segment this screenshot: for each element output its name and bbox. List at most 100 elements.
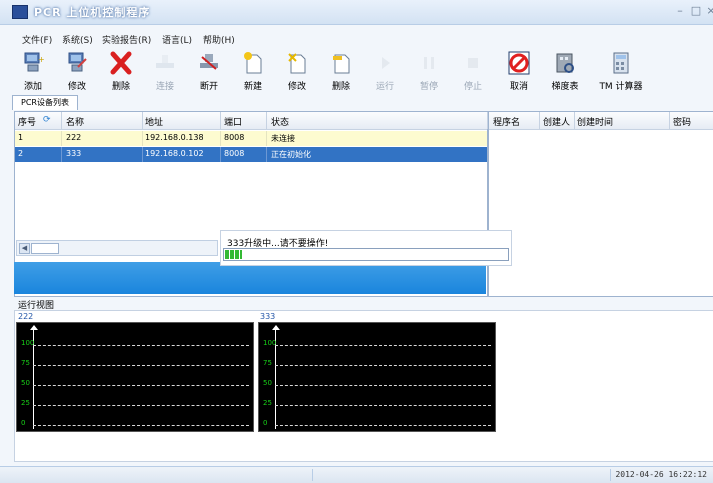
- gradient-table-button[interactable]: 梯度表: [542, 49, 588, 93]
- monitor-chart[interactable]: 100 75 50 25 0: [16, 322, 254, 432]
- scroll-thumb[interactable]: [31, 243, 59, 254]
- calculator-icon: [613, 52, 629, 74]
- stop-icon: [468, 58, 478, 68]
- status-datetime: 2012-04-26 16:22:12: [615, 470, 707, 479]
- delete-file-label: 删除: [331, 82, 350, 92]
- stop-button[interactable]: 停止: [450, 49, 496, 93]
- col-seq[interactable]: 序号: [18, 115, 36, 128]
- status-bar: 2012-04-26 16:22:12: [0, 466, 713, 483]
- connect-label: 连接: [155, 82, 174, 92]
- toolbar: + 添加 修改 删除 连接 断开 新建 修改 删除 运行 暂停 停止 取消 梯度…: [0, 49, 713, 93]
- add-device-label: 添加: [23, 82, 42, 92]
- upgrade-progress-dialog: 333升级中...请不要操作!: [220, 230, 512, 266]
- tick-label: 75: [21, 359, 30, 367]
- row-name: 333: [66, 149, 82, 158]
- edit-file-button[interactable]: 修改: [274, 49, 320, 93]
- y-axis-arrow-icon: [272, 325, 280, 330]
- new-file-label: 新建: [243, 82, 262, 92]
- svg-text:+: +: [38, 55, 44, 64]
- disconnect-button[interactable]: 断开: [186, 49, 232, 93]
- device-panel-footer: [14, 262, 486, 294]
- disconnect-icon: [200, 54, 218, 70]
- delete-device-label: 删除: [111, 82, 130, 92]
- table-row[interactable]: 1 222 192.168.0.138 8008 未连接: [15, 131, 487, 146]
- menu-bar: 文件(F) 系统(S) 实验报告(R) 语言(L) 帮助(H): [0, 31, 713, 47]
- col-password[interactable]: 密码: [673, 115, 691, 128]
- edit-device-label: 修改: [67, 82, 86, 92]
- menu-system[interactable]: 系统(S): [62, 33, 93, 46]
- new-file-button[interactable]: 新建: [230, 49, 276, 93]
- pause-label: 暂停: [419, 82, 438, 92]
- horizontal-scrollbar[interactable]: ◀: [16, 240, 218, 256]
- pause-button[interactable]: 暂停: [406, 49, 452, 93]
- row-status: 正在初始化: [271, 150, 311, 159]
- tab-pcr-device-list[interactable]: PCR设备列表: [12, 95, 78, 110]
- monitor-chart[interactable]: 100 75 50 25 0: [258, 322, 496, 432]
- run-button[interactable]: 运行: [362, 49, 408, 93]
- monitor-name: 333: [260, 312, 276, 321]
- delete-device-button[interactable]: 删除: [98, 49, 144, 93]
- tick-label: 75: [263, 359, 272, 367]
- col-name[interactable]: 名称: [66, 115, 84, 128]
- progress-bar: [223, 248, 509, 261]
- cancel-label: 取消: [509, 82, 528, 92]
- connect-icon: [156, 55, 174, 68]
- delete-file-icon: [333, 54, 350, 74]
- add-device-icon: +: [24, 52, 44, 72]
- menu-language[interactable]: 语言(L): [162, 33, 192, 46]
- tick-label: 0: [21, 419, 26, 427]
- stop-label: 停止: [463, 82, 482, 92]
- run-icon: [382, 57, 390, 69]
- device-table-header: 序号 ⟳ 名称 地址 端口 状态: [15, 112, 488, 130]
- col-create-time[interactable]: 创建时间: [577, 115, 613, 128]
- col-port[interactable]: 端口: [224, 115, 242, 128]
- progress-fill: [225, 250, 242, 259]
- row-port: 8008: [224, 133, 245, 142]
- scroll-left-icon[interactable]: ◀: [19, 243, 30, 254]
- row-port: 8008: [224, 149, 245, 158]
- edit-device-icon: [68, 52, 87, 72]
- col-creator[interactable]: 创建人: [543, 115, 570, 128]
- tm-calculator-label: TM 计算器: [599, 82, 643, 92]
- col-status[interactable]: 状态: [271, 115, 289, 128]
- row-seq: 2: [18, 149, 24, 158]
- delete-file-button[interactable]: 删除: [318, 49, 364, 93]
- col-program-name[interactable]: 程序名: [493, 115, 520, 128]
- gradient-table-label: 梯度表: [551, 82, 579, 92]
- tm-calculator-button[interactable]: TM 计算器: [596, 49, 646, 93]
- menu-file[interactable]: 文件(F): [22, 33, 52, 46]
- row-name: 222: [66, 133, 82, 142]
- maximize-button[interactable]: □: [688, 3, 704, 19]
- y-axis-arrow-icon: [30, 325, 38, 330]
- edit-file-label: 修改: [287, 82, 306, 92]
- col-address[interactable]: 地址: [145, 115, 163, 128]
- tick-label: 25: [263, 399, 272, 407]
- cancel-button[interactable]: 取消: [496, 49, 542, 93]
- menu-help[interactable]: 帮助(H): [203, 33, 235, 46]
- program-table: 程序名 创建人 创建时间 密码: [488, 111, 713, 297]
- table-row[interactable]: 2 333 192.168.0.102 8008 正在初始化: [15, 147, 487, 162]
- tick-label: 0: [263, 419, 268, 427]
- row-address: 192.168.0.102: [145, 149, 204, 158]
- run-label: 运行: [375, 82, 394, 92]
- tick-label: 25: [21, 399, 30, 407]
- close-button[interactable]: ×: [703, 3, 713, 19]
- monitor-name: 222: [18, 312, 34, 321]
- row-seq: 1: [18, 133, 24, 142]
- row-address: 192.168.0.138: [145, 133, 204, 142]
- tick-label: 50: [263, 379, 272, 387]
- add-device-button[interactable]: + 添加: [10, 49, 56, 93]
- refresh-icon[interactable]: ⟳: [43, 115, 51, 125]
- new-file-icon: [244, 52, 262, 74]
- app-icon: [12, 5, 28, 19]
- cancel-icon: [508, 51, 530, 75]
- delete-x-icon: [110, 51, 132, 75]
- edit-device-button[interactable]: 修改: [54, 49, 100, 93]
- pause-icon: [424, 57, 434, 69]
- minimize-button[interactable]: –: [672, 3, 688, 19]
- connect-button[interactable]: 连接: [142, 49, 188, 93]
- menu-report[interactable]: 实验报告(R): [102, 33, 151, 46]
- gradient-table-icon: [556, 53, 574, 73]
- edit-file-icon: [288, 53, 306, 74]
- row-status: 未连接: [271, 134, 295, 143]
